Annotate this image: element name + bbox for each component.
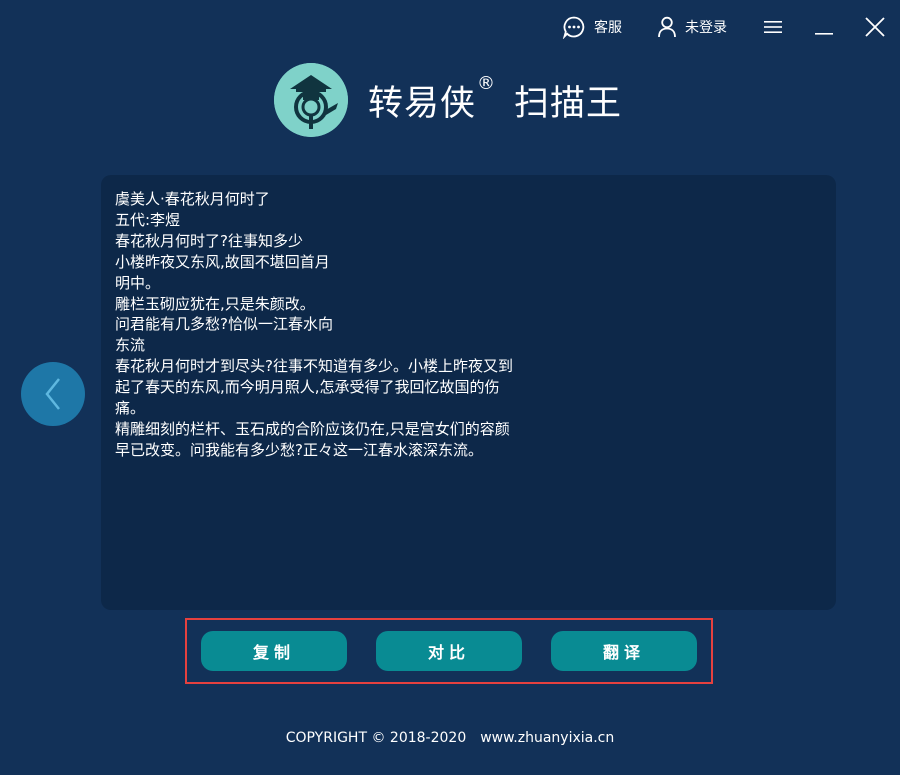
recognized-text[interactable]: 虞美人·春花秋月何时了 五代:李煜 春花秋月何时了?往事知多少 小楼昨夜又东风,… [115,189,515,461]
title-bar: 客服 未登录 [0,0,900,54]
brand-header: 转易侠® 扫描王 [274,62,622,138]
close-icon [865,17,885,37]
product-name: 扫描王 [514,83,623,124]
user-icon [658,16,676,38]
menu-button[interactable] [763,14,785,40]
minimize-icon [815,33,833,35]
login-label: 未登录 [685,20,727,36]
back-button[interactable] [21,362,85,426]
registered-mark: ® [477,72,497,94]
brand-name: 转易侠 [368,83,477,124]
minimize-button[interactable] [814,14,834,40]
recognition-result-panel[interactable]: 虞美人·春花秋月何时了 五代:李煜 春花秋月何时了?往事知多少 小楼昨夜又东风,… [101,175,836,610]
close-button[interactable] [864,14,886,40]
translate-button[interactable]: 翻译 [551,631,697,671]
brand-title: 转易侠® 扫描王 [368,72,623,126]
chevron-left-icon [45,378,60,410]
customer-service-button[interactable]: 客服 [562,14,622,40]
copy-button[interactable]: 复制 [201,631,347,671]
chat-icon [562,16,585,39]
copyright-text: COPYRIGHT © 2018-2020 [285,730,467,746]
customer-service-label: 客服 [594,20,622,36]
website-link[interactable]: www.zhuanyixia.cn [480,730,614,746]
compare-button[interactable]: 对比 [376,631,522,671]
footer: COPYRIGHT © 2018-2020 www.zhuanyixia.cn [0,730,900,746]
logo-icon [274,63,348,137]
menu-icon [764,21,782,33]
login-button[interactable]: 未登录 [657,14,727,40]
